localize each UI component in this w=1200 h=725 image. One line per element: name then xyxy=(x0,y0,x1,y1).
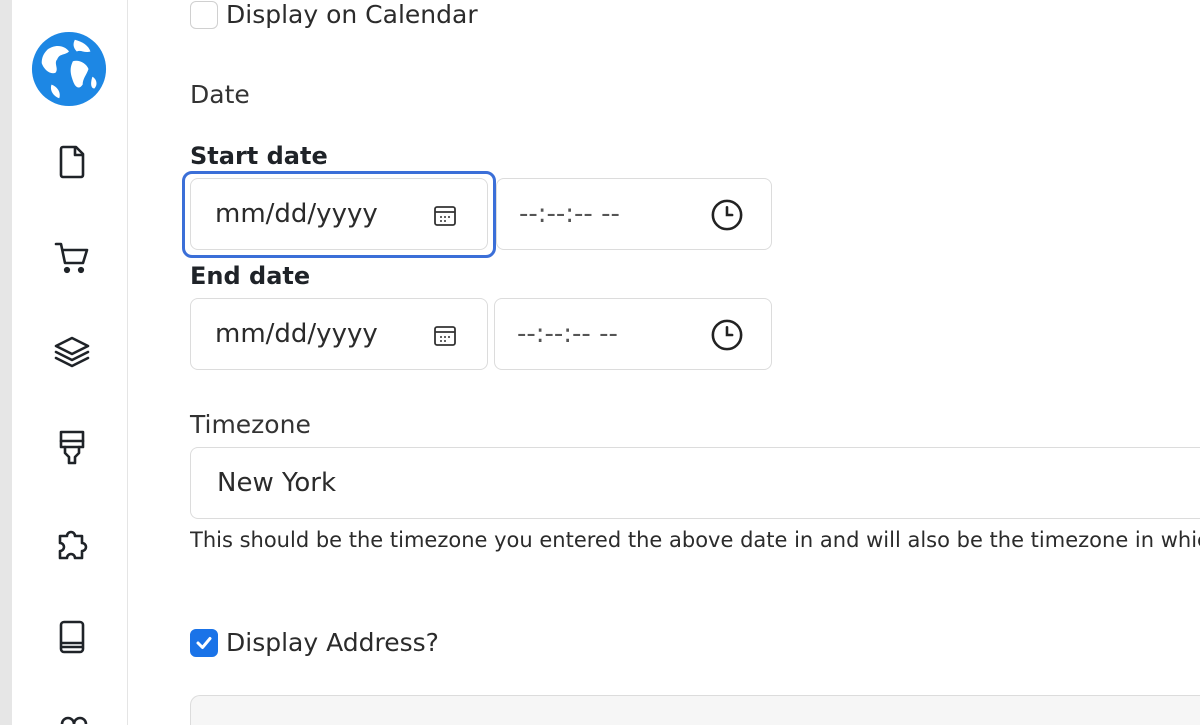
end-date-label: End date xyxy=(190,262,311,290)
display-calendar-label: Display on Calendar xyxy=(226,0,478,29)
date-section-title: Date xyxy=(190,80,250,109)
globe-logo[interactable] xyxy=(30,30,108,108)
clock-icon[interactable] xyxy=(709,197,745,233)
address-field[interactable] xyxy=(190,695,1200,725)
timezone-value: New York xyxy=(217,468,337,498)
timezone-input[interactable]: New York xyxy=(190,447,1200,519)
timezone-label: Timezone xyxy=(190,410,311,439)
brush-icon[interactable] xyxy=(50,425,94,469)
sidebar xyxy=(0,0,128,725)
start-date-placeholder: mm/dd/yyyy xyxy=(215,199,378,229)
timezone-help-text: This should be the timezone you entered … xyxy=(190,528,1200,552)
main-content: Display on Calendar Date Start date mm/d… xyxy=(128,0,1200,725)
display-address-row: Display Address? xyxy=(190,628,439,657)
clock-icon[interactable] xyxy=(709,317,745,353)
start-date-input[interactable]: mm/dd/yyyy xyxy=(190,178,488,250)
start-time-input[interactable]: --:--:-- -- xyxy=(496,178,772,250)
end-time-placeholder: --:--:-- -- xyxy=(517,319,618,349)
layers-icon[interactable] xyxy=(50,330,94,374)
calendar-icon[interactable] xyxy=(431,201,459,229)
puzzle-icon[interactable] xyxy=(50,522,94,566)
document-icon[interactable] xyxy=(50,140,94,184)
display-calendar-checkbox[interactable] xyxy=(190,0,218,29)
end-date-input[interactable]: mm/dd/yyyy xyxy=(190,298,488,370)
display-calendar-row: Display on Calendar xyxy=(190,0,478,29)
cart-icon[interactable] xyxy=(50,235,94,279)
calendar-icon[interactable] xyxy=(431,321,459,349)
display-address-checkbox[interactable] xyxy=(190,628,218,657)
book-icon[interactable] xyxy=(50,615,94,659)
end-time-input[interactable]: --:--:-- -- xyxy=(494,298,772,370)
end-date-placeholder: mm/dd/yyyy xyxy=(215,319,378,349)
start-time-placeholder: --:--:-- -- xyxy=(519,199,620,229)
start-date-label: Start date xyxy=(190,142,328,170)
partial-icon[interactable] xyxy=(50,708,94,725)
checkmark-icon xyxy=(196,636,212,649)
display-address-label: Display Address? xyxy=(226,628,439,657)
